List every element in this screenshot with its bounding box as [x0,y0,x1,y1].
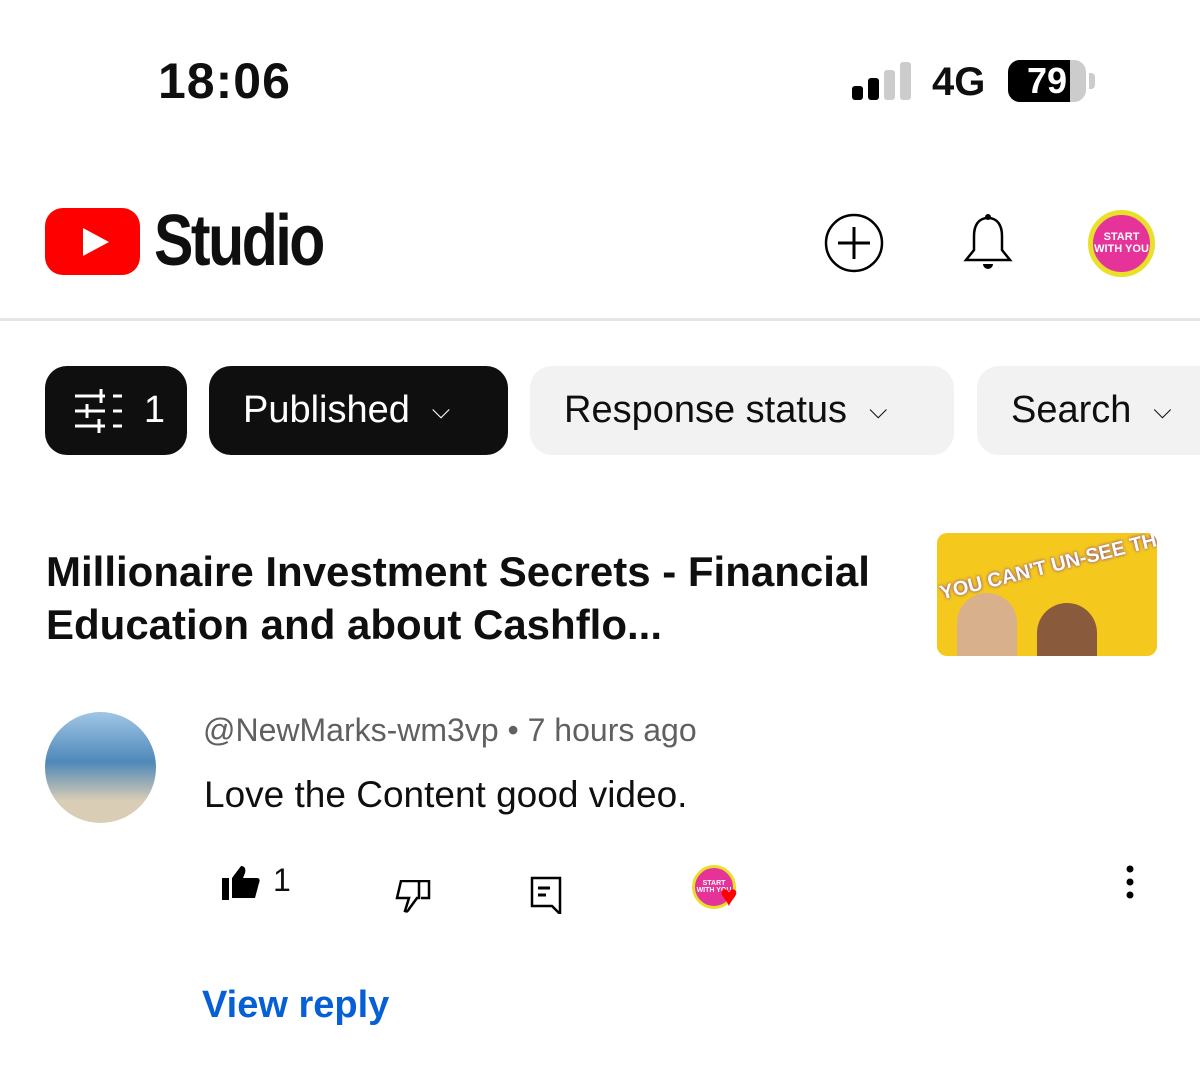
chevron-down-icon: ⌵ [1153,396,1172,424]
thumbnail-text: YOU CAN'T UN-SEE THIS!! E B S I [937,533,1157,605]
channel-avatar[interactable]: START WITH YOU [1088,210,1155,277]
chip-label: Published [243,389,410,431]
more-options-icon[interactable] [1124,864,1136,900]
battery-level: 79 [1026,60,1068,101]
comment-meta: @NewMarks-wm3vp • 7 hours ago [203,712,697,749]
chevron-down-icon: ⌵ [869,396,888,424]
signal-icon [852,62,911,100]
like-icon[interactable] [222,866,260,900]
separator: • [507,712,519,748]
chip-response-status[interactable]: Response status ⌵ [530,366,954,455]
view-reply-link[interactable]: View reply [202,984,389,1027]
network-type: 4G [932,60,986,104]
heart-icon: ♥ [720,880,738,913]
header-divider [0,318,1200,321]
chevron-down-icon: ⌵ [431,396,451,424]
comment-time: 7 hours ago [527,712,697,748]
bell-icon[interactable] [962,212,1014,274]
video-title[interactable]: Millionaire Investment Secrets - Financi… [46,545,926,651]
comment-text: Love the Content good video. [204,774,688,815]
reply-icon[interactable] [530,876,564,914]
video-thumbnail[interactable]: YOU CAN'T UN-SEE THIS!! E B S I [937,533,1157,656]
chip-published[interactable]: Published ⌵ [209,366,508,455]
comment-author[interactable]: @NewMarks-wm3vp [203,712,499,748]
battery-icon: 79 [1008,60,1086,102]
battery-nub [1089,73,1095,89]
filter-count: 1 [143,389,165,431]
chip-label: Search [1011,389,1132,431]
dislike-icon[interactable] [395,880,431,914]
chip-label: Response status [564,389,848,431]
filter-button[interactable]: 1 [45,366,187,455]
commenter-avatar[interactable] [45,712,156,823]
app-title: Studio [154,201,325,281]
youtube-logo-icon[interactable] [45,208,140,275]
status-time: 18:06 [158,53,291,109]
filter-sliders-icon [75,388,122,433]
chip-search[interactable]: Search ⌵ [977,366,1200,455]
like-count: 1 [273,862,291,898]
create-icon[interactable] [823,212,885,274]
